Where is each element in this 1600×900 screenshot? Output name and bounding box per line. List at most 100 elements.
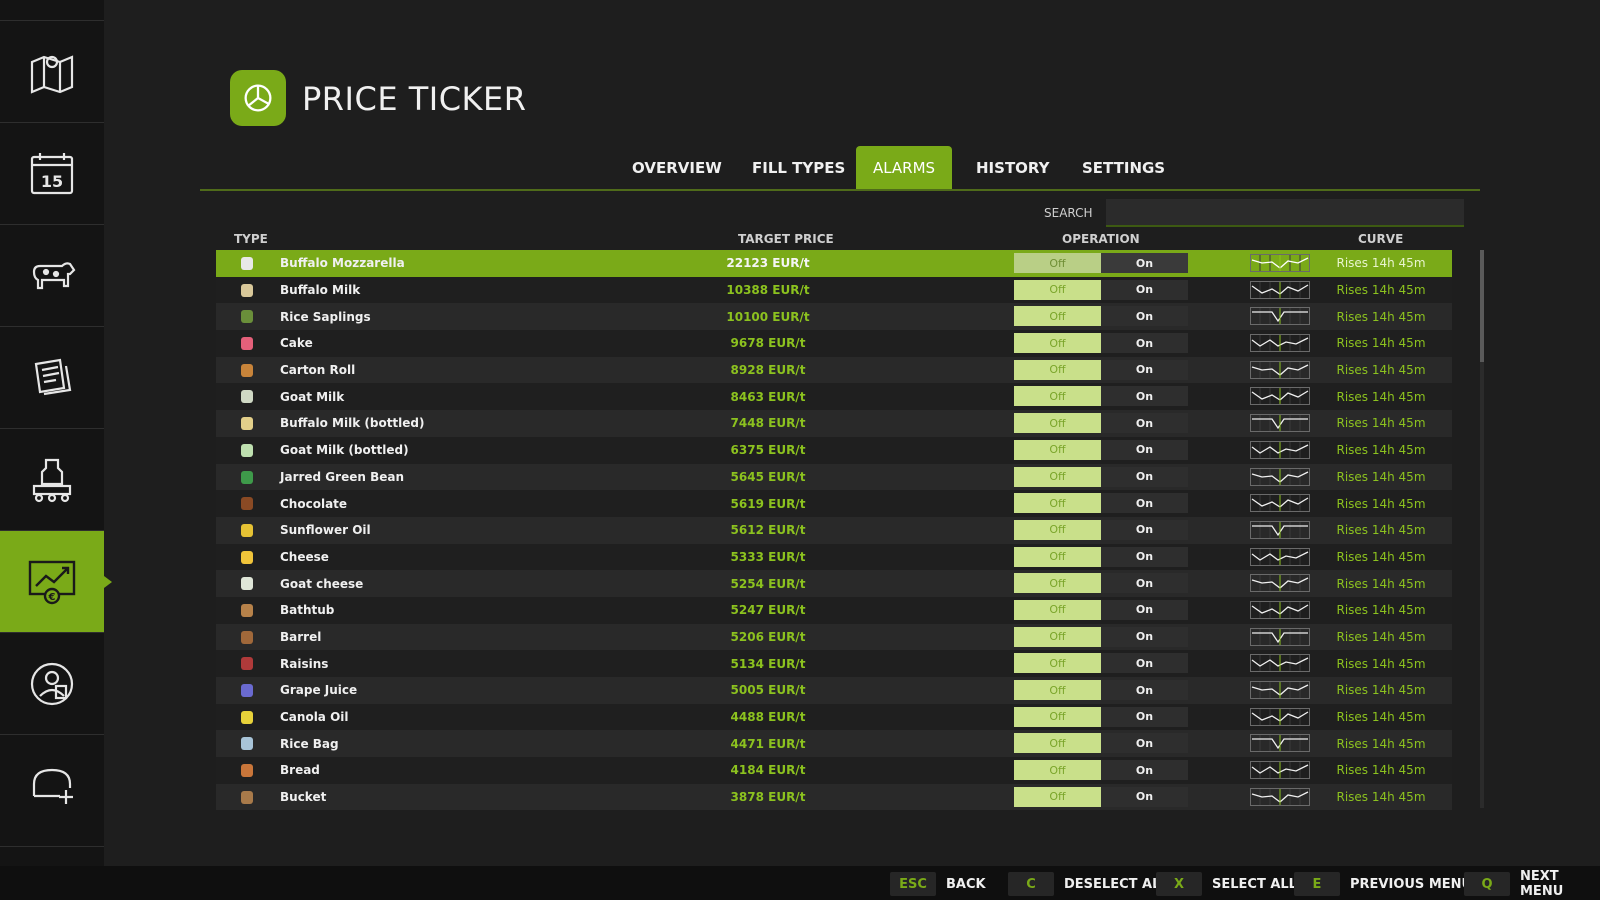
- operation-toggle[interactable]: Off On: [1014, 306, 1188, 327]
- operation-toggle[interactable]: Off On: [1014, 546, 1188, 567]
- table-row[interactable]: Barrel 5206 EUR/t Off On Rises 14h 45m: [216, 623, 1452, 651]
- toggle-off-option[interactable]: Off: [1014, 333, 1101, 354]
- operation-toggle[interactable]: Off On: [1014, 439, 1188, 460]
- toggle-off-option[interactable]: Off: [1014, 626, 1101, 647]
- operation-toggle[interactable]: Off On: [1014, 253, 1188, 273]
- operation-toggle[interactable]: Off On: [1014, 466, 1188, 487]
- toggle-off-option[interactable]: Off: [1014, 519, 1101, 540]
- table-row[interactable]: Bucket 3878 EUR/t Off On Rises 14h 45m: [216, 783, 1452, 811]
- scrollbar[interactable]: [1480, 250, 1484, 808]
- sidebar-item-price-ticker[interactable]: €: [0, 530, 112, 632]
- table-row[interactable]: Rice Saplings 10100 EUR/t Off On Rises 14h 4…: [216, 303, 1452, 331]
- operation-toggle[interactable]: Off On: [1014, 333, 1188, 354]
- operation-toggle[interactable]: Off On: [1014, 733, 1188, 754]
- toggle-off-option[interactable]: Off: [1014, 413, 1101, 434]
- table-row[interactable]: Rice Bag 4471 EUR/t Off On Rises 14h 45m: [216, 730, 1452, 758]
- scrollbar-thumb[interactable]: [1480, 250, 1484, 362]
- tab-alarms[interactable]: ALARMS: [856, 146, 952, 190]
- toggle-off-option[interactable]: Off: [1014, 386, 1101, 407]
- toggle-off-option[interactable]: Off: [1014, 760, 1101, 781]
- operation-toggle[interactable]: Off On: [1014, 573, 1188, 594]
- toggle-on-option[interactable]: On: [1101, 253, 1188, 273]
- toggle-on-option[interactable]: On: [1101, 706, 1188, 727]
- toggle-on-option[interactable]: On: [1101, 413, 1188, 434]
- toggle-off-option[interactable]: Off: [1014, 359, 1101, 380]
- table-row[interactable]: Buffalo Milk 10388 EUR/t Off On Rises 14h 45…: [216, 276, 1452, 304]
- toggle-on-option[interactable]: On: [1101, 760, 1188, 781]
- tab-history[interactable]: HISTORY: [958, 146, 1068, 190]
- select-all-button[interactable]: X SELECT ALL: [1156, 872, 1297, 896]
- deselect-all-button[interactable]: C DESELECT ALL: [1008, 872, 1169, 896]
- toggle-on-option[interactable]: On: [1101, 733, 1188, 754]
- operation-toggle[interactable]: Off On: [1014, 706, 1188, 727]
- table-row[interactable]: Buffalo Mozzarella 22123 EUR/t Off On Rises …: [216, 250, 1452, 277]
- toggle-on-option[interactable]: On: [1101, 653, 1188, 674]
- toggle-on-option[interactable]: On: [1101, 626, 1188, 647]
- toggle-off-option[interactable]: Off: [1014, 599, 1101, 620]
- operation-toggle[interactable]: Off On: [1014, 626, 1188, 647]
- tab-settings[interactable]: SETTINGS: [1064, 146, 1183, 190]
- sidebar-item-help[interactable]: [0, 734, 104, 836]
- toggle-on-option[interactable]: On: [1101, 599, 1188, 620]
- toggle-on-option[interactable]: On: [1101, 439, 1188, 460]
- toggle-on-option[interactable]: On: [1101, 306, 1188, 327]
- sidebar-item-map[interactable]: [0, 20, 104, 122]
- toggle-off-option[interactable]: Off: [1014, 466, 1101, 487]
- toggle-on-option[interactable]: On: [1101, 546, 1188, 567]
- toggle-on-option[interactable]: On: [1101, 333, 1188, 354]
- toggle-on-option[interactable]: On: [1101, 359, 1188, 380]
- toggle-off-option[interactable]: Off: [1014, 439, 1101, 460]
- operation-toggle[interactable]: Off On: [1014, 680, 1188, 700]
- toggle-off-option[interactable]: Off: [1014, 786, 1101, 807]
- toggle-on-option[interactable]: On: [1101, 386, 1188, 407]
- toggle-on-option[interactable]: On: [1101, 466, 1188, 487]
- table-row[interactable]: Canola Oil 4488 EUR/t Off On Rises 14h 45m: [216, 703, 1452, 731]
- operation-toggle[interactable]: Off On: [1014, 413, 1188, 434]
- back-button[interactable]: ESC BACK: [890, 872, 986, 896]
- table-row[interactable]: Grape Juice 5005 EUR/t Off On Rises 14h 45m: [216, 677, 1452, 704]
- next-menu-button[interactable]: Q NEXT MENU: [1464, 869, 1600, 899]
- toggle-off-option[interactable]: Off: [1014, 653, 1101, 674]
- tab-overview[interactable]: OVERVIEW: [614, 146, 740, 190]
- toggle-off-option[interactable]: Off: [1014, 279, 1101, 300]
- toggle-off-option[interactable]: Off: [1014, 573, 1101, 594]
- operation-toggle[interactable]: Off On: [1014, 653, 1188, 674]
- operation-toggle[interactable]: Off On: [1014, 599, 1188, 620]
- sidebar-item-contracts[interactable]: [0, 326, 104, 428]
- previous-menu-button[interactable]: E PREVIOUS MENU: [1294, 872, 1472, 896]
- table-row[interactable]: Buffalo Milk (bottled) 7448 EUR/t Off On Ris…: [216, 410, 1452, 437]
- operation-toggle[interactable]: Off On: [1014, 359, 1188, 380]
- toggle-off-option[interactable]: Off: [1014, 680, 1101, 700]
- toggle-off-option[interactable]: Off: [1014, 253, 1101, 273]
- operation-toggle[interactable]: Off On: [1014, 786, 1188, 807]
- table-row[interactable]: Bread 4184 EUR/t Off On Rises 14h 45m: [216, 757, 1452, 784]
- table-row[interactable]: Goat Milk (bottled) 6375 EUR/t Off On Rises …: [216, 436, 1452, 464]
- toggle-off-option[interactable]: Off: [1014, 546, 1101, 567]
- toggle-on-option[interactable]: On: [1101, 573, 1188, 594]
- operation-toggle[interactable]: Off On: [1014, 519, 1188, 540]
- table-row[interactable]: Raisins 5134 EUR/t Off On Rises 14h 45m: [216, 650, 1452, 677]
- operation-toggle[interactable]: Off On: [1014, 386, 1188, 407]
- sidebar-item-production[interactable]: [0, 428, 104, 530]
- operation-toggle[interactable]: Off On: [1014, 760, 1188, 781]
- table-row[interactable]: Cake 9678 EUR/t Off On Rises 14h 45m: [216, 330, 1452, 357]
- sidebar-item-workers[interactable]: [0, 632, 104, 734]
- table-row[interactable]: Bathtub 5247 EUR/t Off On Rises 14h 45m: [216, 596, 1452, 624]
- toggle-on-option[interactable]: On: [1101, 493, 1188, 514]
- toggle-off-option[interactable]: Off: [1014, 306, 1101, 327]
- toggle-on-option[interactable]: On: [1101, 519, 1188, 540]
- toggle-off-option[interactable]: Off: [1014, 493, 1101, 514]
- tab-fill-types[interactable]: FILL TYPES: [734, 146, 863, 190]
- toggle-on-option[interactable]: On: [1101, 786, 1188, 807]
- toggle-off-option[interactable]: Off: [1014, 706, 1101, 727]
- table-row[interactable]: Chocolate 5619 EUR/t Off On Rises 14h 45m: [216, 490, 1452, 517]
- table-row[interactable]: Goat Milk 8463 EUR/t Off On Rises 14h 45m: [216, 383, 1452, 411]
- sidebar-item-animals[interactable]: [0, 224, 104, 326]
- toggle-on-option[interactable]: On: [1101, 680, 1188, 700]
- table-row[interactable]: Sunflower Oil 5612 EUR/t Off On Rises 14h 45…: [216, 516, 1452, 544]
- table-row[interactable]: Goat cheese 5254 EUR/t Off On Rises 14h 45m: [216, 570, 1452, 597]
- table-row[interactable]: Carton Roll 8928 EUR/t Off On Rises 14h 45m: [216, 356, 1452, 384]
- table-row[interactable]: Cheese 5333 EUR/t Off On Rises 14h 45m: [216, 543, 1452, 571]
- operation-toggle[interactable]: Off On: [1014, 279, 1188, 300]
- search-input[interactable]: [1106, 199, 1464, 227]
